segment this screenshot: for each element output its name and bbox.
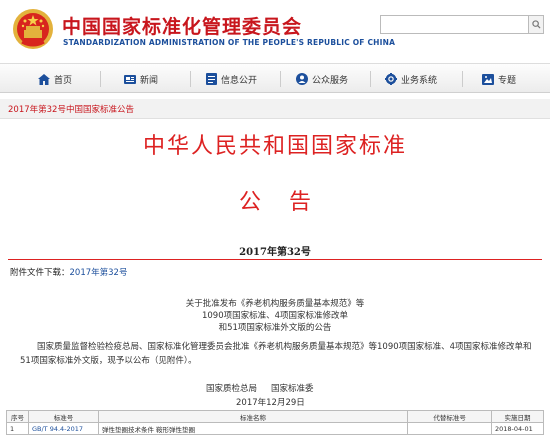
national-emblem-icon — [13, 9, 53, 49]
subject-line: 关于批准发布《养老机构服务质量基本规范》等 — [185, 299, 365, 309]
nav-news[interactable]: 新闻 — [124, 64, 158, 94]
public-service-icon — [296, 73, 308, 85]
nav-public-service-label: 公众服务 — [312, 75, 349, 86]
home-icon — [38, 73, 50, 85]
nav-news-label: 新闻 — [140, 75, 159, 86]
site-subtitle: STANDARDIZATION ADMINISTRATION OF THE PE… — [63, 38, 396, 47]
nav-topic[interactable]: 专题 — [482, 64, 516, 94]
attachment-row: 附件文件下载：2017年第32号 — [10, 266, 127, 278]
col-header-replaced: 代替标准号 — [407, 410, 492, 423]
nav-home-label: 首页 — [54, 75, 73, 86]
attachment-download-link[interactable]: 2017年第32号 — [70, 268, 128, 278]
standards-table: 序号 标准号 标准名称 代替标准号 实施日期 1 GB/T 94.4-2017 … — [6, 410, 544, 435]
nav-info-disclosure[interactable]: 信息公开 — [206, 64, 257, 94]
breadcrumb[interactable]: 2017年第32号中国国家标准公告 — [8, 103, 134, 115]
document-notice-title: 公告 — [238, 190, 339, 215]
cell-replaced — [407, 422, 492, 435]
subject-line: 和51项国家标准外文版的公告 — [218, 323, 332, 333]
col-header-index: 序号 — [6, 410, 29, 423]
nav-public-service[interactable]: 公众服务 — [296, 64, 348, 94]
table-row: 1 GB/T 94.4-2017 弹性垫圈技术条件 鞍形弹性垫圈 2018-04… — [6, 422, 544, 435]
signatory: 国家质检总局 — [206, 384, 258, 394]
search-icon — [531, 20, 541, 29]
subject-line: 1090项国家标准、4项国家标准修改单 — [201, 311, 349, 321]
red-divider — [8, 259, 542, 260]
nav-business-system-label: 业务系统 — [401, 75, 438, 86]
cell-standard-no[interactable]: GB/T 94.4-2017 — [27, 422, 99, 435]
search-button[interactable] — [528, 15, 544, 34]
col-header-standard-name: 标准名称 — [97, 410, 409, 423]
document-number: 2017年第32号 — [239, 247, 311, 258]
site-header: 中国国家标准化管理委员会 STANDARDIZATION ADMINISTRAT… — [0, 0, 550, 60]
notice-body: 国家质量监督检验检疫总局、国家标准化管理委员会批准《养老机构服务质量基本规范》等… — [20, 342, 532, 366]
cell-effective-date: 2018-04-01 — [491, 422, 544, 435]
news-icon — [124, 74, 136, 84]
nav-business-system[interactable]: 业务系统 — [385, 64, 437, 94]
document-main-title: 中华人民共和国国家标准 — [142, 134, 407, 159]
nav-topic-label: 专题 — [498, 75, 517, 86]
signatory: 国家标准委 — [271, 384, 314, 394]
signatories: 国家质检总局 国家标准委 — [206, 382, 328, 394]
info-icon — [206, 73, 217, 85]
attachment-label: 附件文件下载： — [10, 268, 70, 278]
nav-home[interactable]: 首页 — [38, 64, 72, 94]
table-header-row: 序号 标准号 标准名称 代替标准号 实施日期 — [6, 410, 544, 423]
col-header-standard-no: 标准号 — [27, 410, 99, 423]
breadcrumb-bar: 2017年第32号中国国家标准公告 — [0, 99, 550, 119]
signature-date: 2017年12月29日 — [236, 398, 305, 408]
cell-index: 1 — [6, 422, 29, 435]
main-nav: 首页 新闻 信息公开 公众服务 业务系统 专题 — [0, 63, 550, 93]
site-title: 中国国家标准化管理委员会 — [62, 16, 303, 38]
nav-info-disclosure-label: 信息公开 — [221, 75, 258, 86]
notice-subject: 关于批准发布《养老机构服务质量基本规范》等 1090项国家标准、4项国家标准修改… — [0, 298, 550, 334]
cell-standard-name: 弹性垫圈技术条件 鞍形弹性垫圈 — [97, 422, 409, 435]
search-input[interactable] — [380, 15, 530, 34]
col-header-effective-date: 实施日期 — [491, 410, 544, 423]
topic-icon — [482, 73, 494, 85]
business-system-icon — [385, 73, 397, 85]
